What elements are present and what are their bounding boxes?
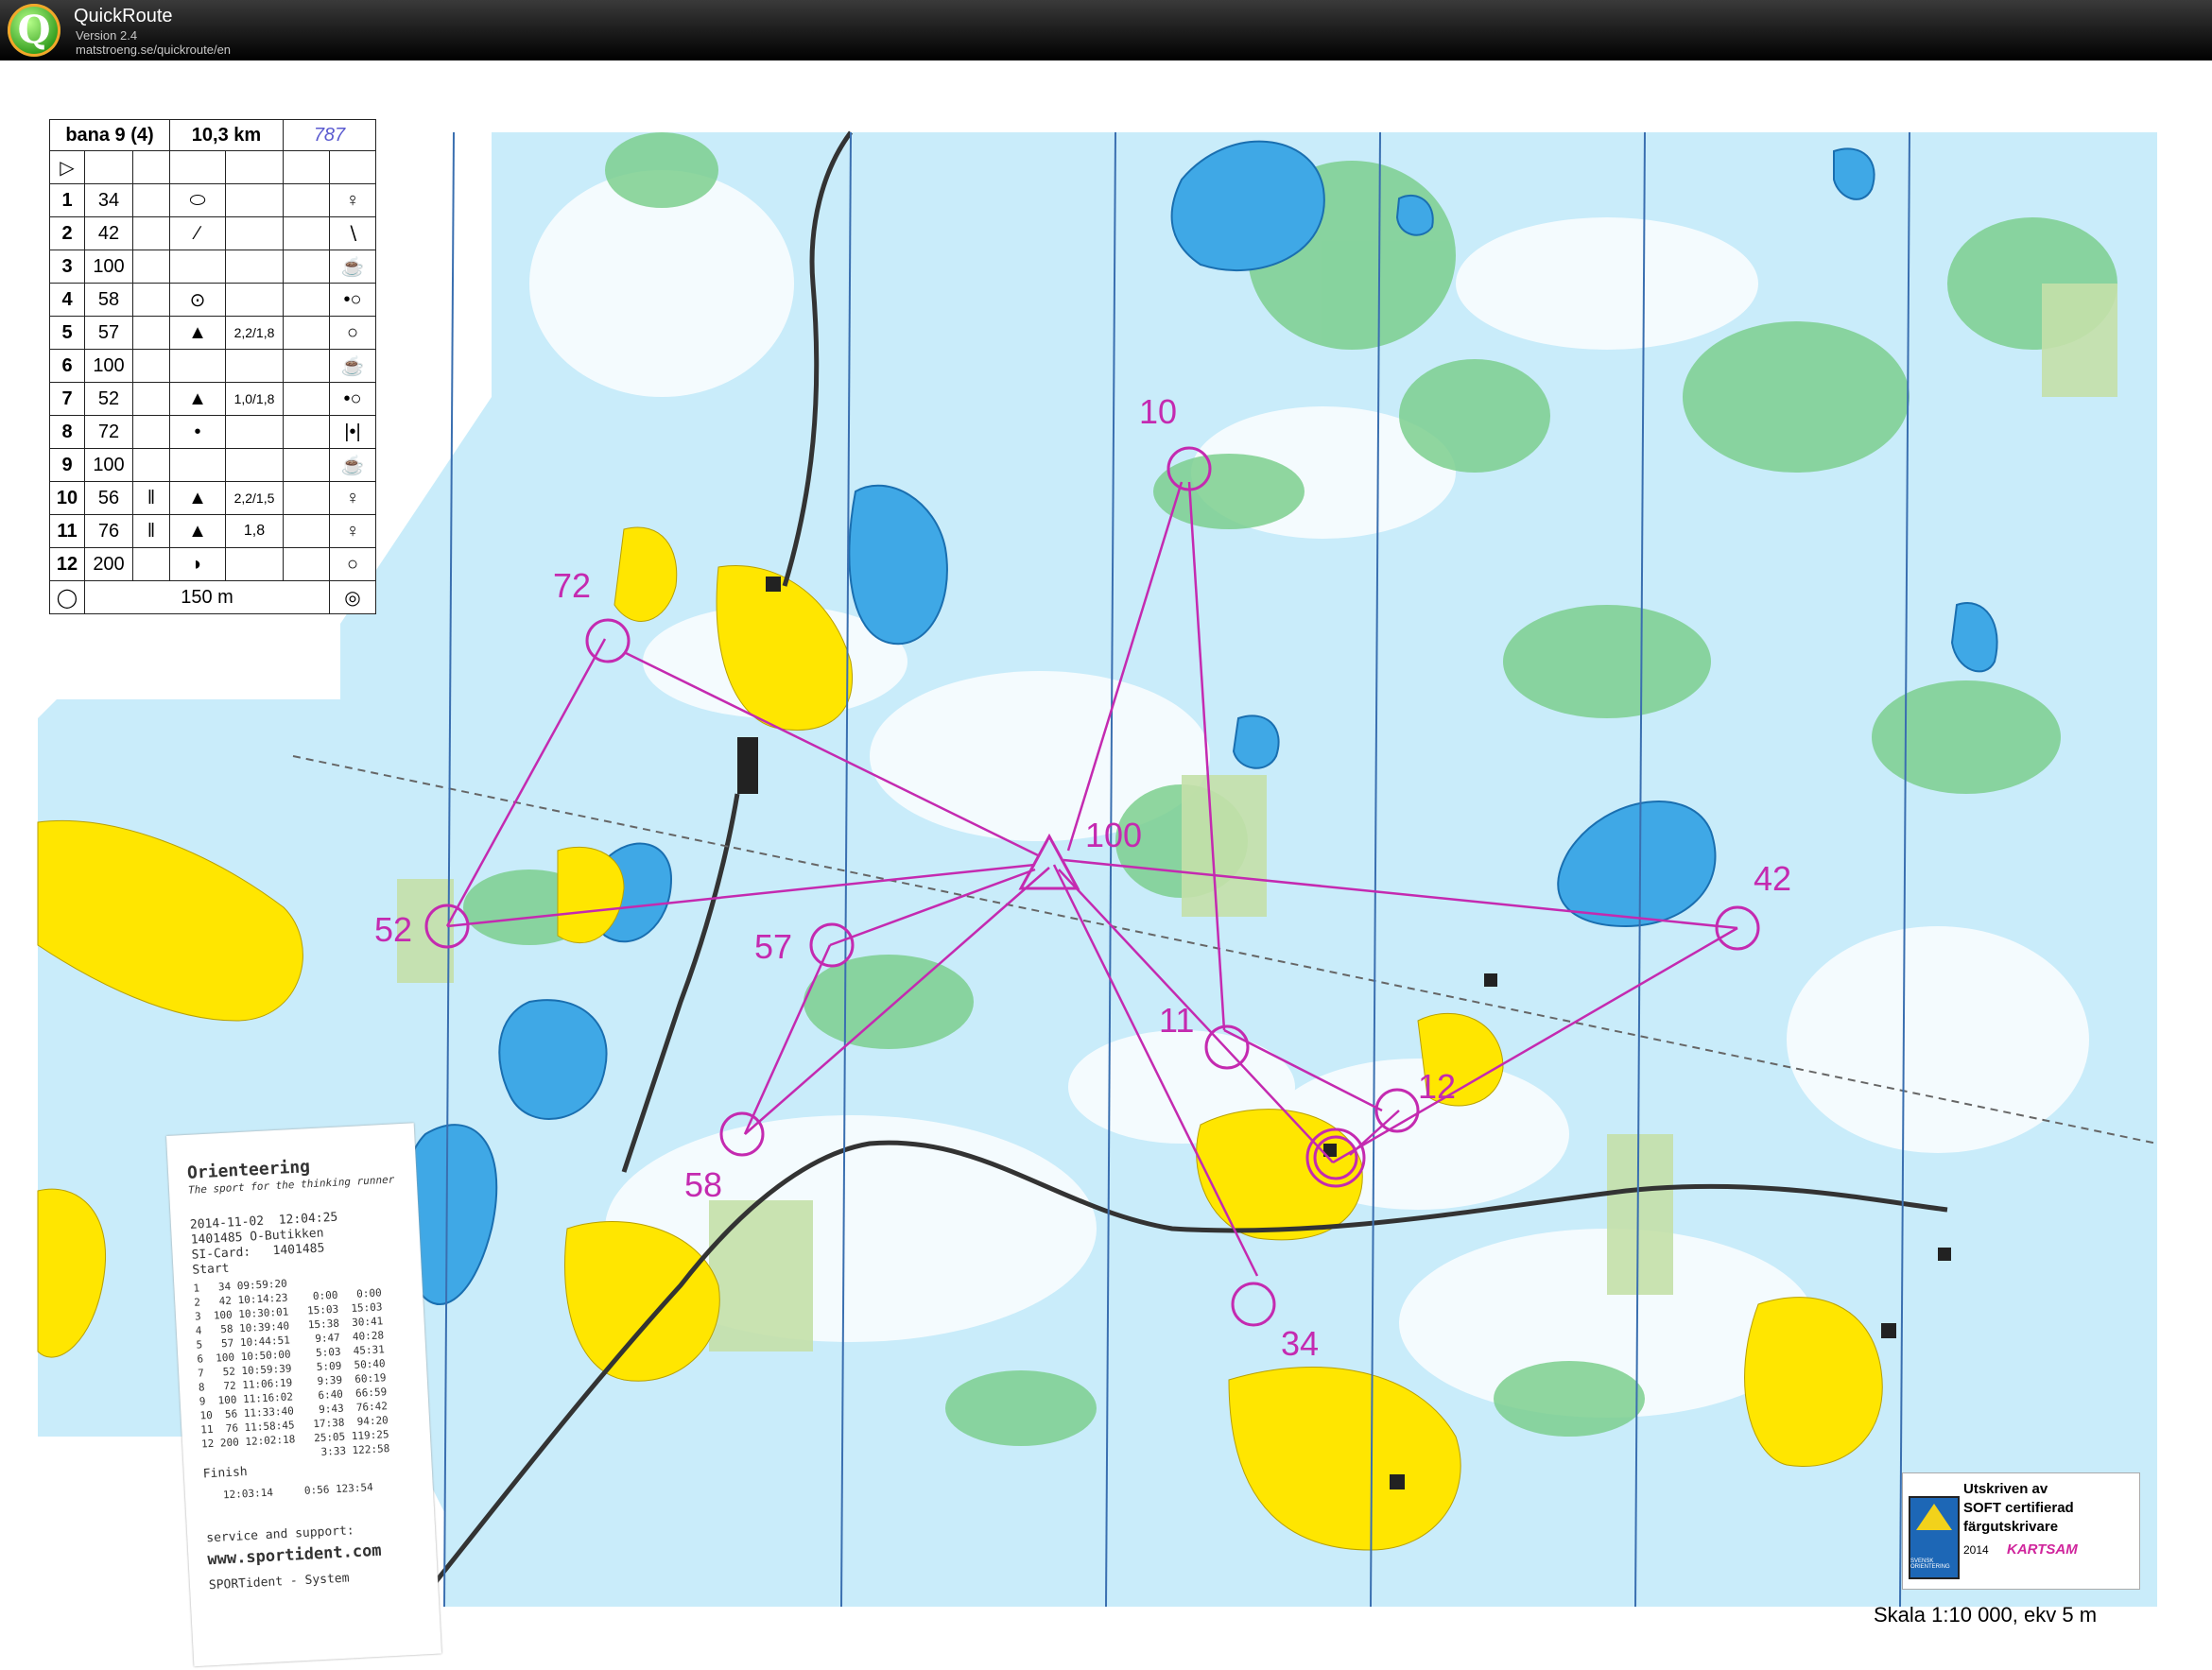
- control-description-sheet: bana 9 (4) 10,3 km 787 ▷ 1 34 ⬭ ♀ 2 42 ∕…: [49, 119, 376, 614]
- control-label-42: 42: [1754, 859, 1791, 898]
- control-label-34: 34: [1281, 1324, 1319, 1363]
- control-label-52: 52: [374, 910, 412, 949]
- halfmoon-icon: ◗: [169, 547, 226, 581]
- legend-row: 6 100 ☕: [49, 349, 376, 383]
- legend-row: 2 42 ∕ ∖: [49, 216, 376, 250]
- start-symbol-icon: ▷: [49, 150, 85, 184]
- position-icon: ♀: [329, 481, 376, 515]
- receipt-system: SPORTident - System: [208, 1571, 350, 1593]
- boulder-icon: ▲: [169, 481, 226, 515]
- receipt-finish-time: 12:03:14 0:56 123:54: [222, 1481, 374, 1502]
- cert-line1: Utskriven av: [1963, 1481, 2048, 1497]
- receipt-finish: Finish: [202, 1465, 249, 1482]
- refreshment-icon: ☕: [329, 250, 376, 284]
- legend-row: 9 100 ☕: [49, 448, 376, 482]
- control-label-57: 57: [754, 927, 792, 966]
- print-certificate: Utskriven av SOFT certifierad färgutskri…: [1902, 1472, 2140, 1590]
- receipt-support: service and support:: [205, 1524, 355, 1546]
- cert-badge-text: SVENSK ORIENTERING: [1910, 1558, 1950, 1570]
- top-icon: ○: [329, 316, 376, 350]
- legend-row: 3 100 ☕: [49, 250, 376, 284]
- legend-row: 5 57 ▲ 2,2/1,8 ○: [49, 316, 376, 350]
- ditch-icon: ∕: [169, 216, 226, 250]
- knoll-icon: ⊙: [169, 283, 226, 317]
- finish-icon: ◎: [329, 580, 376, 614]
- boulder-icon: ▲: [169, 316, 226, 350]
- boulder-field-icon: ‖: [132, 481, 170, 515]
- map-canvas[interactable]: 10 72 100 42 52 57 11 12 58 34 bana 9 (4…: [0, 60, 2212, 1670]
- side-icon: •○: [329, 283, 376, 317]
- circle-icon: ○: [329, 547, 376, 581]
- legend-row: 1 34 ⬭ ♀: [49, 183, 376, 217]
- finish-start-icon: ◯: [49, 580, 85, 614]
- control-label-11: 11: [1159, 1001, 1194, 1040]
- control-label-58: 58: [684, 1165, 722, 1204]
- control-label-12: 12: [1418, 1067, 1456, 1106]
- legend-row: 10 56 ‖ ▲ 2,2/1,5 ♀: [49, 481, 376, 515]
- position-icon: ♀: [329, 514, 376, 548]
- course-length: 10,3 km: [169, 119, 284, 151]
- cert-line2: SOFT certifierad: [1963, 1500, 2074, 1516]
- legend-row: 4 58 ⊙ •○: [49, 283, 376, 317]
- boulder-icon: ▲: [169, 382, 226, 416]
- course-name: bana 9 (4): [49, 119, 170, 151]
- boulder-field-icon: ‖: [132, 514, 170, 548]
- control-label-10: 10: [1139, 392, 1177, 431]
- app-name: QuickRoute: [74, 6, 173, 26]
- cert-line3: färgutskrivare: [1963, 1519, 2059, 1535]
- legend-row: 7 52 ▲ 1,0/1,8 •○: [49, 382, 376, 416]
- lake-southwest: [498, 999, 608, 1120]
- receipt-website: www.sportident.com: [207, 1541, 383, 1570]
- map-scale: Skala 1:10 000, ekv 5 m: [1874, 1603, 2098, 1627]
- depression-icon: ⬭: [169, 183, 226, 217]
- refreshment-icon: ☕: [329, 448, 376, 482]
- dot-icon: •: [169, 415, 226, 449]
- boulder-icon: ▲: [169, 514, 226, 548]
- legend-row: 12 200 ◗ ○: [49, 547, 376, 581]
- handwritten-note: 787: [283, 119, 376, 151]
- finish-distance: 150 m: [84, 580, 330, 614]
- sportident-receipt: Orienteering The sport for the thinking …: [166, 1123, 442, 1667]
- control-label-100: 100: [1085, 816, 1142, 854]
- app-version: Version 2.4: [76, 28, 138, 43]
- receipt-start: Start: [192, 1261, 230, 1278]
- corner-icon: ∖: [329, 216, 376, 250]
- side-icon: •○: [329, 382, 376, 416]
- app-url[interactable]: matstroeng.se/quickroute/en: [76, 43, 231, 57]
- cert-brand: KARTSAM: [2007, 1541, 2078, 1558]
- position-icon: ♀: [329, 183, 376, 217]
- control-label-72: 72: [553, 566, 591, 605]
- between-icon: |•|: [329, 415, 376, 449]
- title-bar: Q QuickRoute Version 2.4 matstroeng.se/q…: [0, 0, 2212, 60]
- cert-year: 2014: [1963, 1543, 1989, 1557]
- refreshment-icon: ☕: [329, 349, 376, 383]
- quickroute-logo-icon: Q: [8, 4, 60, 57]
- legend-row: 8 72 • |•|: [49, 415, 376, 449]
- legend-row: 11 76 ‖ ▲ 1,8 ♀: [49, 514, 376, 548]
